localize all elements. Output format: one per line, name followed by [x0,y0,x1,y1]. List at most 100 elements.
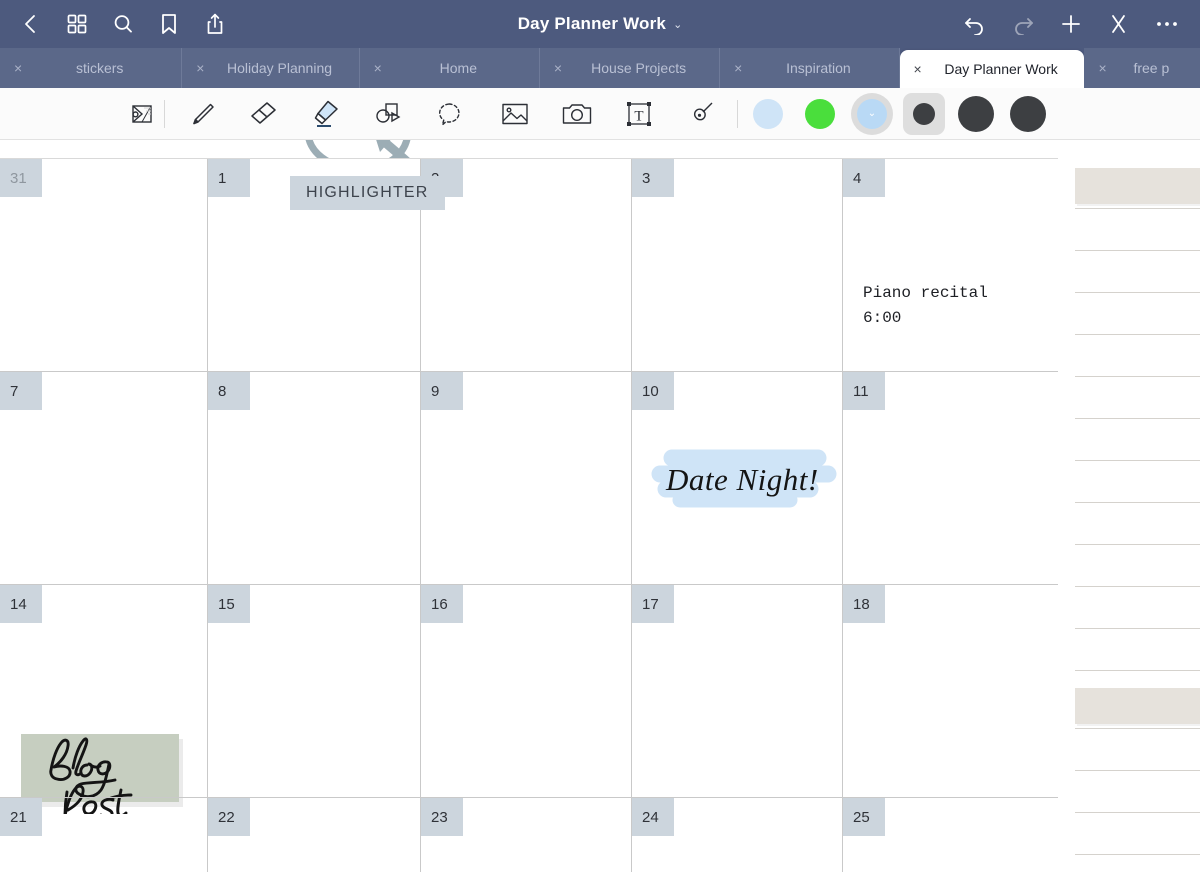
day-number: 23 [421,798,463,836]
notes-ruled-line [1075,418,1200,419]
text-box-icon[interactable]: T [617,94,661,134]
page-title[interactable]: Day Planner Work [518,14,666,34]
calendar-day-cell[interactable]: 3 [632,159,843,371]
highlighter-icon[interactable] [303,94,347,134]
sticker-icon[interactable] [679,94,723,134]
event-piano-recital[interactable]: Piano recital 6:00 [863,281,988,331]
app-window: Day Planner Work ⌄ × stickers × Holiday … [0,0,1200,872]
calendar-day-cell[interactable]: 9 [421,372,632,584]
tab-close-icon[interactable]: × [14,61,22,75]
swatch-blue-active[interactable]: ⌄ [850,92,894,136]
share-icon[interactable] [202,11,228,37]
note-canvas[interactable]: 31 1 2 3 4 Piano recital 6:00 7 [0,140,1200,872]
day-number: 22 [208,798,250,836]
notes-ruled-line [1075,728,1200,729]
svg-text:Date Night!: Date Night! [665,462,819,497]
calendar-day-cell[interactable]: 18 [843,585,1058,797]
calendar-day-cell[interactable]: 25 [843,798,1058,872]
event-date-night[interactable]: Date Night! [650,442,840,514]
tab-free-p[interactable]: × free p [1084,48,1200,88]
more-icon[interactable] [1154,11,1180,37]
calendar-week-row: 31 1 2 3 4 Piano recital 6:00 [0,159,1058,372]
tab-label: free p [1133,60,1170,76]
undo-icon[interactable] [962,11,988,37]
tab-close-icon[interactable]: × [734,61,742,75]
redo-icon[interactable] [1010,11,1036,37]
lasso-icon[interactable] [427,94,471,134]
pen-icon[interactable] [179,94,223,134]
calendar-day-cell[interactable]: 23 [421,798,632,872]
highlighter-callout-box: HIGHLIGHTER [290,176,445,210]
toolbar-separator-2 [737,99,738,128]
tab-close-icon[interactable]: × [914,62,922,76]
notes-ruled-line [1075,628,1200,629]
calendar-day-cell[interactable]: 31 [0,159,208,371]
notes-ruled-line [1075,208,1200,209]
page-flip-icon[interactable] [120,94,164,134]
tab-label: Day Planner Work [944,61,1058,77]
tab-house-projects[interactable]: × House Projects [539,48,721,88]
chevron-down-icon: ⌄ [867,107,877,119]
day-number: 31 [0,159,42,197]
day-number: 10 [632,372,674,410]
camera-icon[interactable] [555,94,599,134]
calendar-week-row: 14 15 16 17 18 [0,585,1058,798]
day-number: 7 [0,372,42,410]
calendar-day-cell[interactable]: 22 [208,798,421,872]
notes-ruled-line [1075,334,1200,335]
swatch-light-blue[interactable] [746,92,790,136]
image-icon[interactable] [493,94,537,134]
swatch-dark-large-2[interactable] [1006,92,1050,136]
notes-ruled-line [1075,250,1200,251]
day-number: 25 [843,798,885,836]
eraser-icon[interactable] [241,94,285,134]
grid-icon[interactable] [64,11,90,37]
notes-ruled-line [1075,586,1200,587]
handwriting-date-night: Date Night! [665,462,819,497]
search-icon[interactable] [110,11,136,37]
calendar-day-cell[interactable]: 4 Piano recital 6:00 [843,159,1058,371]
calendar-day-cell[interactable]: 2 [421,159,632,371]
notes-ruled-line [1075,502,1200,503]
tab-inspiration[interactable]: × Inspiration [720,48,900,88]
tab-day-planner-work[interactable]: × Day Planner Work [899,50,1085,88]
chevron-down-icon[interactable]: ⌄ [673,18,682,31]
calendar-day-cell[interactable]: 14 [0,585,208,797]
calendar-day-cell[interactable]: 16 [421,585,632,797]
tab-stickers[interactable]: × stickers [0,48,183,88]
tab-holiday-planning[interactable]: × Holiday Planning [182,48,360,88]
tool-bar: T ⌄ [0,88,1200,140]
swatch-dark-large-1[interactable] [954,92,998,136]
plus-icon[interactable] [1058,11,1084,37]
bookmark-icon[interactable] [156,11,182,37]
calendar-day-cell[interactable]: 24 [632,798,843,872]
notes-ruled-line [1075,460,1200,461]
calendar-grid[interactable]: 31 1 2 3 4 Piano recital 6:00 7 [0,158,1058,872]
tab-close-icon[interactable]: × [1098,61,1106,75]
app-bar-left-actions [0,11,228,37]
tab-close-icon[interactable]: × [374,61,382,75]
tab-close-icon[interactable]: × [196,61,204,75]
close-x-icon[interactable] [1106,11,1132,37]
day-number: 18 [843,585,885,623]
notes-side-panel[interactable] [1075,158,1200,872]
notes-ruled-line [1075,544,1200,545]
tab-label: Inspiration [786,60,851,76]
shapes-icon[interactable] [365,94,409,134]
tab-home[interactable]: × Home [359,48,540,88]
calendar-day-cell[interactable]: 15 [208,585,421,797]
tab-label: Home [439,60,478,76]
tab-label: stickers [75,60,124,76]
calendar-day-cell[interactable]: 8 [208,372,421,584]
day-number: 4 [843,159,885,197]
swatch-dark-small[interactable] [902,92,946,136]
calendar-day-cell[interactable]: 7 [0,372,208,814]
back-icon[interactable] [18,11,44,37]
day-number: 9 [421,372,463,410]
calendar-day-cell[interactable]: 21 [0,798,208,872]
tab-label: Holiday Planning [226,60,333,76]
tab-close-icon[interactable]: × [554,61,562,75]
swatch-green[interactable] [798,92,842,136]
calendar-day-cell[interactable]: 17 [632,585,843,797]
calendar-day-cell[interactable]: 11 [843,372,1058,584]
